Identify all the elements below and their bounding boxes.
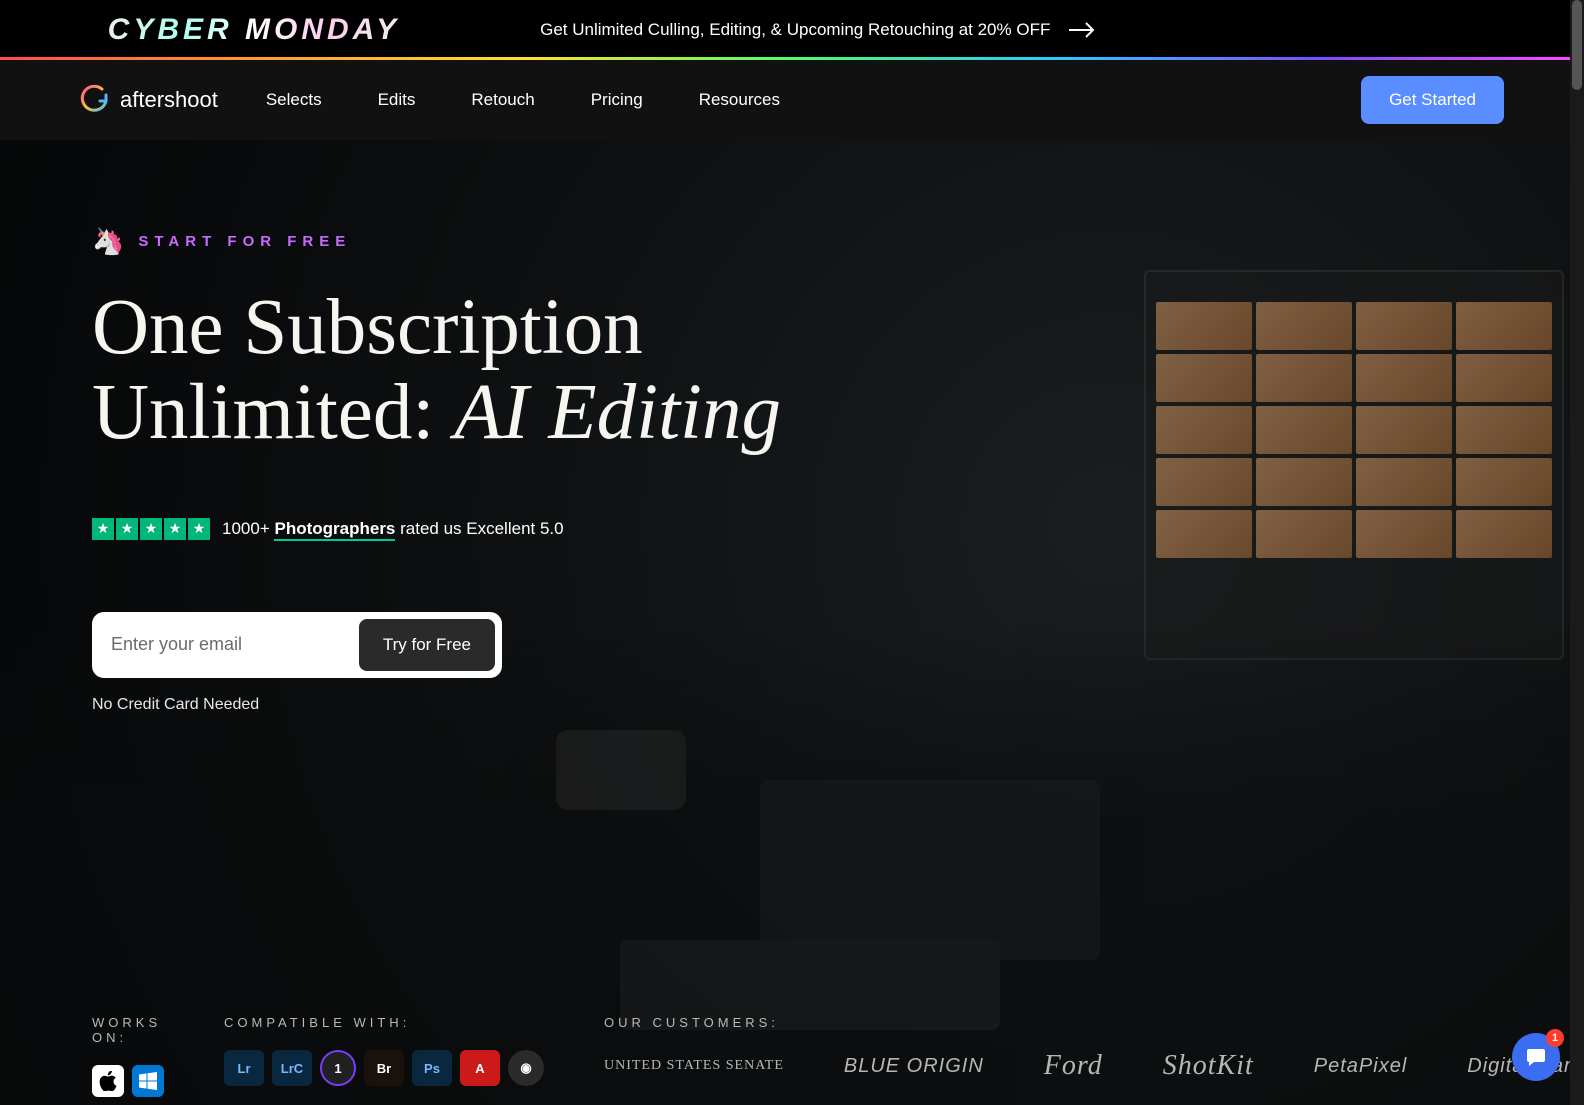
rating-text: 1000+ Photographers rated us Excellent 5… [222,519,564,539]
no-credit-card-text: No Credit Card Needed [92,696,1584,714]
headline-line2-em: AI Editing [454,369,781,456]
compat-icons: Lr LrC 1 Br Ps A ◉ [224,1050,544,1086]
chat-badge: 1 [1546,1029,1564,1047]
star-icon: ★ [92,518,114,540]
nav-retouch[interactable]: Retouch [471,90,534,110]
logo-text: aftershoot [120,87,218,113]
promo-headline: CYBER MONDAY [108,13,400,47]
customer-shotkit: ShotKit [1163,1050,1254,1082]
navbar: aftershoot Selects Edits Retouch Pricing… [0,60,1584,140]
logo-icon [80,85,110,115]
nav-edits[interactable]: Edits [378,90,416,110]
star-icon: ★ [116,518,138,540]
adobe-icon: A [460,1050,500,1086]
headline-line2-pre: Unlimited: [92,369,454,456]
works-on-label: WORKS ON: [92,1015,164,1045]
rainbow-divider [0,57,1584,60]
lightroom-icon: Lr [224,1050,264,1086]
compatible-col: COMPATIBLE WITH: Lr LrC 1 Br Ps A ◉ [224,1015,544,1086]
star-icon: ★ [164,518,186,540]
rating-prefix: 1000+ [222,519,274,538]
compatible-label: COMPATIBLE WITH: [224,1015,544,1030]
headline-line1: One Subscription [92,284,643,371]
start-tag: 🦄 START FOR FREE [92,226,1584,257]
promo-banner[interactable]: CYBER MONDAY Get Unlimited Culling, Edit… [0,0,1584,60]
nav-resources[interactable]: Resources [699,90,780,110]
trustpilot-stars: ★ ★ ★ ★ ★ [92,518,210,540]
customer-senate: UNITED STATES SENATE [604,1058,784,1073]
bridge-icon: Br [364,1050,404,1086]
chat-bubble-button[interactable]: 1 [1512,1033,1560,1081]
promo-text-wrap: Get Unlimited Culling, Editing, & Upcomi… [540,20,1096,40]
photoshop-icon: Ps [412,1050,452,1086]
hero-content: 🦄 START FOR FREE One Subscription Unlimi… [0,140,1584,714]
rating-underline: Photographers [274,519,395,541]
capture-one-icon: 1 [320,1050,356,1086]
rating-suffix: rated us Excellent 5.0 [395,519,563,538]
footer-strip: WORKS ON: COMPATIBLE WITH: Lr LrC 1 Br P… [0,1015,1584,1105]
try-for-free-button[interactable]: Try for Free [359,619,495,671]
start-for-free-label: START FOR FREE [138,233,351,250]
nav-links: Selects Edits Retouch Pricing Resources [266,90,780,110]
nav-selects[interactable]: Selects [266,90,322,110]
background-camera [556,730,686,810]
email-input[interactable] [99,620,359,669]
customers-label: OUR CUSTOMERS: [604,1015,1584,1030]
logo[interactable]: aftershoot [80,85,218,115]
star-icon: ★ [140,518,162,540]
chat-icon [1525,1046,1547,1068]
customer-blueorigin: BLUE ORIGIN [844,1055,984,1078]
email-form: Try for Free [92,612,502,678]
customer-logos: UNITED STATES SENATE BLUE ORIGIN Ford Sh… [604,1050,1584,1082]
unicorn-icon: 🦄 [92,226,124,257]
hero-headline: One Subscription Unlimited: AI Editing [92,285,1584,456]
customer-ford: Ford [1044,1050,1103,1082]
star-icon: ★ [188,518,210,540]
customer-petapixel: PetaPixel [1314,1055,1408,1078]
windows-icon [132,1065,164,1097]
scroll-thumb[interactable] [1572,0,1582,90]
apple-icon [92,1065,124,1097]
customers-col: OUR CUSTOMERS: UNITED STATES SENATE BLUE… [604,1015,1584,1082]
promo-text: Get Unlimited Culling, Editing, & Upcomi… [540,20,1050,40]
nav-pricing[interactable]: Pricing [591,90,643,110]
background-laptop [760,780,1100,960]
generic-app-icon: ◉ [508,1050,544,1086]
hero-section: 🦄 START FOR FREE One Subscription Unlimi… [0,140,1584,1105]
arrow-right-icon [1068,21,1096,39]
get-started-button[interactable]: Get Started [1361,76,1504,124]
rating-row: ★ ★ ★ ★ ★ 1000+ Photographers rated us E… [92,518,1584,540]
works-on-col: WORKS ON: [92,1015,164,1097]
scrollbar[interactable] [1570,0,1584,1105]
lightroom-classic-icon: LrC [272,1050,312,1086]
platform-icons [92,1065,164,1097]
